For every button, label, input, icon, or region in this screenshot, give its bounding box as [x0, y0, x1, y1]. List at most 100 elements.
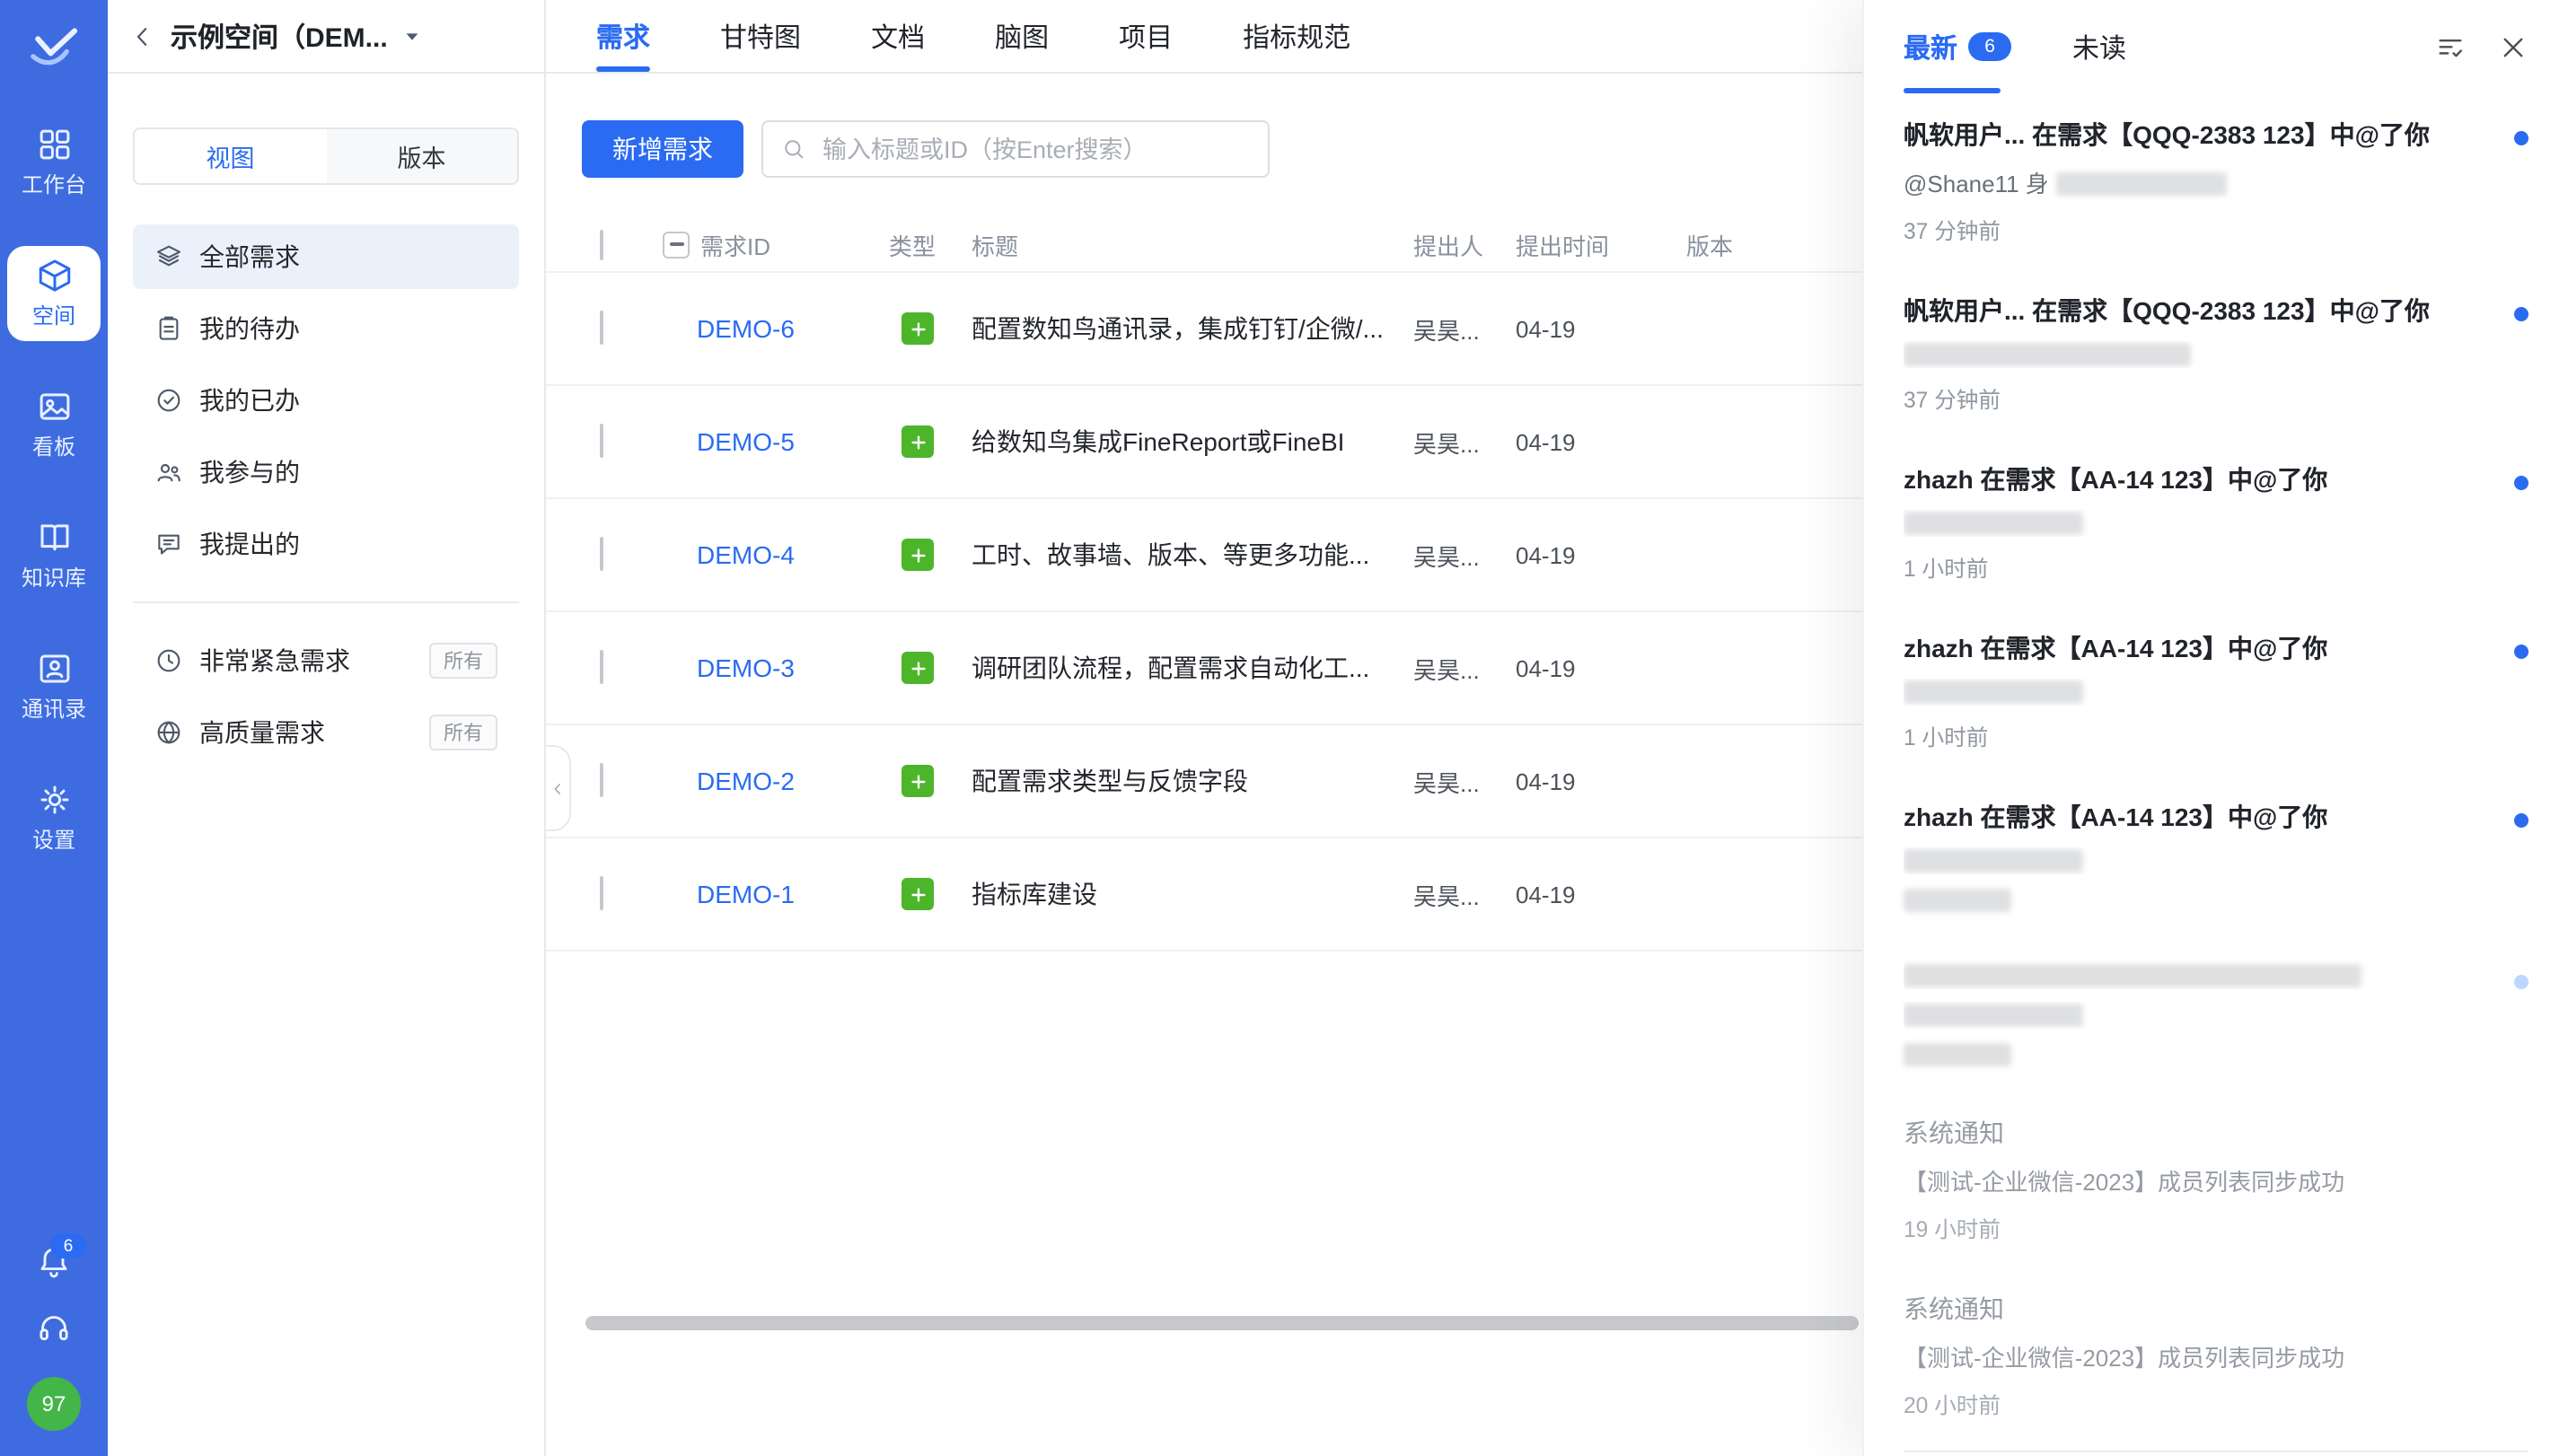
tab-latest[interactable]: 最新 6 [1904, 28, 2011, 66]
rail-item-label: 看板 [32, 431, 75, 461]
table-row[interactable]: DEMO-3 调研团队流程，配置需求自动化工... 吴昊... 04-19 [546, 612, 1862, 725]
notification-time: 37 分钟前 [1904, 214, 2496, 246]
indeterminate-checkbox[interactable] [663, 231, 690, 258]
rail-item-settings[interactable]: 设置 [7, 770, 101, 865]
space-switcher-button[interactable] [402, 26, 422, 46]
grid-icon [35, 126, 73, 163]
user-avatar[interactable]: 97 [27, 1377, 81, 1431]
select-all-checkbox[interactable] [600, 229, 603, 259]
requirement-id-link[interactable]: DEMO-6 [663, 314, 889, 343]
rail-nav: 工作台 空间 看板 知识库 [0, 115, 108, 865]
column-header-proposer: 提出人 [1413, 227, 1516, 261]
cube-icon [35, 257, 73, 294]
sidebar-item-label: 我的待办 [199, 311, 300, 346]
tab-views[interactable]: 视图 [135, 129, 326, 183]
sidebar-item-urgent-requirements[interactable]: 非常紧急需求 所有 [133, 628, 519, 693]
sidebar-item-my-done[interactable]: 我的已办 [133, 368, 519, 433]
horizontal-scrollbar[interactable] [585, 1316, 1859, 1330]
notification-time: 19 小时前 [1904, 1212, 2496, 1244]
table-row[interactable]: DEMO-2 配置需求类型与反馈字段 吴昊... 04-19 [546, 725, 1862, 838]
requirement-id-link[interactable]: DEMO-2 [663, 767, 889, 795]
table-row[interactable]: DEMO-4 工时、故事墙、版本、等更多功能... 吴昊... 04-19 [546, 499, 1862, 612]
redacted-text [2055, 172, 2226, 196]
search-box[interactable] [761, 120, 1270, 178]
sidebar-collapse-handle[interactable] [546, 745, 571, 831]
notification-item[interactable]: zhazh 在需求【AA-14 123】中@了你 1 小时前 [1904, 438, 2528, 607]
sidebar-item-all-requirements[interactable]: 全部需求 [133, 224, 519, 289]
table-row[interactable]: DEMO-1 指标库建设 吴昊... 04-19 [546, 838, 1862, 952]
sidebar-item-proposed[interactable]: 我提出的 [133, 512, 519, 576]
sidebar-item-label: 我参与的 [199, 454, 300, 490]
plus-green-icon [901, 312, 934, 345]
plus-green-icon [901, 539, 934, 571]
rail-item-space[interactable]: 空间 [7, 246, 101, 341]
notification-item[interactable]: 帆软用户... 在需求【QQQ-2383 123】中@了你 37 分钟前 [1904, 269, 2528, 438]
tab-unread[interactable]: 未读 [2072, 28, 2126, 66]
tab-versions[interactable]: 版本 [326, 129, 517, 183]
notification-panel-header: 最新 6 未读 [1864, 0, 2568, 93]
requirement-id-link[interactable]: DEMO-4 [663, 540, 889, 569]
tab-mindmap[interactable]: 脑图 [995, 0, 1049, 72]
notification-title: zhazh 在需求【AA-14 123】中@了你 [1904, 630, 2496, 666]
row-checkbox[interactable] [600, 763, 603, 797]
row-checkbox[interactable] [600, 650, 603, 684]
module-tabbar: 需求 甘特图 文档 脑图 项目 指标规范 [546, 0, 1862, 74]
tab-requirements[interactable]: 需求 [596, 0, 650, 72]
tab-documents[interactable]: 文档 [871, 0, 925, 72]
notification-time: 1 小时前 [1904, 551, 2496, 583]
proposer: 吴昊... [1413, 425, 1516, 459]
rail-item-knowledge[interactable]: 知识库 [7, 508, 101, 603]
row-checkbox[interactable] [600, 424, 603, 458]
notifications-bell-button[interactable]: 6 [36, 1244, 72, 1280]
notification-body: 【测试-企业微信-2023】成员列表同步成功 [1904, 1163, 2496, 1197]
search-input[interactable] [819, 134, 1250, 164]
notification-item[interactable]: zhazh 在需求【AA-14 123】中@了你 [1904, 776, 2528, 937]
table-row[interactable]: DEMO-6 配置数知鸟通讯录，集成钉钉/企微/... 吴昊... 04-19 [546, 273, 1862, 386]
sidebar-item-participated[interactable]: 我参与的 [133, 440, 519, 504]
toolbar: 新增需求 [546, 120, 1862, 178]
table-row[interactable]: DEMO-5 给数知鸟集成FineReport或FineBI 吴昊... 04-… [546, 386, 1862, 499]
row-checkbox[interactable] [600, 537, 603, 571]
latest-count-badge: 6 [1968, 32, 2011, 61]
requirement-title: 配置需求类型与反馈字段 [972, 763, 1413, 799]
notification-time [1904, 889, 2496, 914]
tab-projects[interactable]: 项目 [1119, 0, 1173, 72]
notification-item-system[interactable]: 系统通知 【测试-企业微信-2023】成员列表同步成功 19 小时前 [1904, 1092, 2528, 1267]
requirement-title: 配置数知鸟通讯录，集成钉钉/企微/... [972, 311, 1413, 346]
notification-title: zhazh 在需求【AA-14 123】中@了你 [1904, 461, 2496, 497]
close-icon[interactable] [2498, 31, 2528, 62]
rail-item-contacts[interactable]: 通讯录 [7, 639, 101, 734]
back-button[interactable] [129, 22, 156, 49]
notification-body [1904, 847, 2496, 874]
rail-item-workbench[interactable]: 工作台 [7, 115, 101, 210]
notification-title: 系统通知 [1904, 1115, 2496, 1151]
requirement-id-link[interactable]: DEMO-5 [663, 427, 889, 456]
row-checkbox[interactable] [600, 311, 603, 345]
support-button[interactable] [36, 1311, 72, 1346]
tab-gantt[interactable]: 甘特图 [720, 0, 801, 72]
column-header-version: 版本 [1686, 227, 1862, 261]
mark-read-filter-icon[interactable] [2435, 31, 2466, 62]
notification-item[interactable] [1904, 937, 2528, 1092]
notification-item[interactable]: 帆软用户... 在需求【QQQ-2383 123】中@了你 @Shane11 身… [1904, 93, 2528, 269]
space-title[interactable]: 示例空间（DEM... [171, 17, 388, 55]
requirement-id-link[interactable]: DEMO-3 [663, 653, 889, 682]
proposer: 吴昊... [1413, 311, 1516, 346]
sidebar-item-quality-requirements[interactable]: 高质量需求 所有 [133, 700, 519, 765]
app-logo[interactable] [0, 0, 108, 97]
space-header: 示例空间（DEM... [108, 0, 544, 74]
plus-green-icon [901, 652, 934, 684]
notification-title: 系统通知 [1904, 1291, 2496, 1327]
sidebar-item-my-todo[interactable]: 我的待办 [133, 296, 519, 361]
notification-item-system[interactable]: 系统通知 【测试-企业微信-2023】成员列表同步成功 20 小时前 [1904, 1267, 2528, 1443]
rail-item-label: 知识库 [22, 562, 86, 592]
tab-metric-spec[interactable]: 指标规范 [1243, 0, 1350, 72]
requirement-id-link[interactable]: DEMO-1 [663, 880, 889, 908]
row-checkbox[interactable] [600, 876, 603, 910]
bell-badge: 6 [50, 1233, 86, 1259]
notification-item[interactable]: zhazh 在需求【AA-14 123】中@了你 1 小时前 [1904, 607, 2528, 776]
unread-dot [2514, 813, 2528, 828]
rail-item-kanban[interactable]: 看板 [7, 377, 101, 472]
column-header-title: 标题 [972, 227, 1413, 261]
new-requirement-button[interactable]: 新增需求 [582, 120, 743, 178]
